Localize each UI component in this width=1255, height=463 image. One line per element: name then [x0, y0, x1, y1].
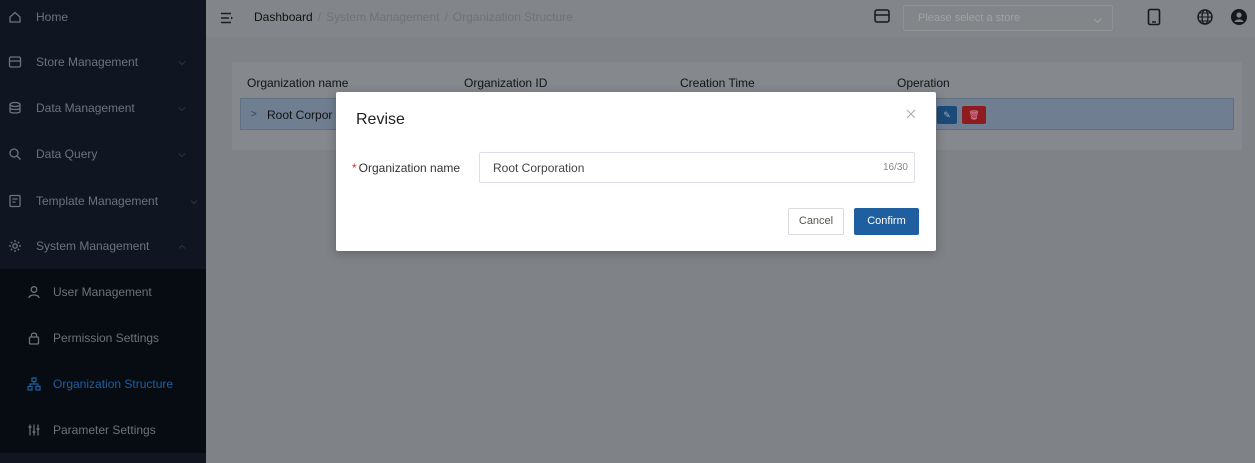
sidebar-item-user-management[interactable]: User Management [0, 269, 206, 315]
expand-icon[interactable]: > [251, 109, 257, 120]
sidebar-item-label: System Management [36, 239, 150, 253]
required-mark: * [352, 161, 357, 175]
field-label-text: Organization name [358, 161, 461, 175]
chevron-down-icon [189, 196, 199, 206]
sidebar-item-permission-settings[interactable]: Permission Settings [0, 315, 206, 361]
sidebar-item-label: Store Management [36, 55, 139, 69]
chevron-down-icon [177, 57, 187, 67]
chevron-down-icon [1093, 15, 1102, 24]
org-chart-icon [27, 377, 41, 391]
edit-button[interactable]: ✎ [937, 106, 957, 124]
sidebar-item-store-management[interactable]: Store Management [0, 39, 206, 85]
sidebar-item-label: Template Management [36, 194, 159, 208]
sidebar-item-organization-structure[interactable]: Organization Structure [0, 361, 206, 407]
store-icon [873, 7, 891, 25]
delete-button[interactable]: 🗑 [962, 106, 986, 124]
chevron-down-icon [177, 149, 187, 159]
organization-name-cell: Root Corpor [267, 108, 333, 122]
revise-dialog: Revise *Organization name 16/30 Cancel C… [336, 92, 936, 251]
sidebar-item-label: Parameter Settings [53, 423, 156, 437]
close-icon[interactable] [905, 108, 917, 120]
top-header: Dashboard / System Management / Organization… [206, 0, 1255, 37]
field-label: * Organization name [352, 161, 460, 175]
sidebar-item-data-management[interactable]: Data Management [0, 85, 206, 131]
dialog-title: Revise [356, 111, 405, 128]
confirm-button[interactable]: Confirm [854, 208, 919, 235]
chevron-down-icon [177, 103, 187, 113]
sliders-icon [27, 423, 41, 437]
breadcrumb: Dashboard / System Management / Organization… [254, 10, 573, 24]
tablet-icon[interactable] [1145, 8, 1163, 26]
breadcrumb-item[interactable]: System Management [326, 10, 439, 24]
sidebar-item-data-query[interactable]: Data Query [0, 131, 206, 177]
sidebar-item-label: User Management [53, 285, 152, 299]
store-select[interactable]: Please select a store [903, 5, 1113, 31]
gear-icon [8, 239, 22, 253]
character-count: 16/30 [882, 162, 908, 173]
sidebar-item-system-management[interactable]: System Management [0, 223, 206, 269]
column-header: Operation [897, 76, 950, 90]
sidebar-item-label: Home [36, 10, 69, 24]
sidebar-item-label: Data Management [36, 101, 135, 115]
lock-icon [27, 331, 41, 345]
column-header: Organization ID [464, 76, 548, 90]
store-icon [8, 55, 22, 69]
sidebar-item-template-management[interactable]: Template Management [0, 178, 206, 224]
sidebar-item-label: Permission Settings [53, 331, 160, 345]
user-avatar-icon[interactable] [1230, 8, 1248, 26]
user-icon [27, 285, 41, 299]
sidebar-item-label: Data Query [36, 147, 98, 161]
globe-icon[interactable] [1196, 8, 1214, 26]
breadcrumb-separator: / [444, 10, 448, 24]
home-icon [8, 10, 22, 24]
store-select-placeholder: Please select a store [918, 12, 1021, 24]
database-icon [8, 101, 22, 115]
organization-name-input[interactable] [493, 161, 863, 175]
sidebar-item-label: Organization Structure [53, 377, 174, 391]
breadcrumb-item[interactable]: Dashboard [254, 10, 313, 24]
search-icon [8, 147, 22, 161]
sidebar-item-home[interactable]: Home [0, 0, 206, 40]
column-header: Organization name [247, 76, 349, 90]
sidebar: Home Store Management Data Management Da… [0, 0, 206, 463]
menu-toggle-icon[interactable] [220, 12, 234, 24]
organization-name-field[interactable]: 16/30 [479, 152, 915, 183]
chevron-up-icon [177, 241, 187, 251]
sidebar-item-parameter-settings[interactable]: Parameter Settings [0, 407, 206, 453]
column-header: Creation Time [680, 76, 755, 90]
breadcrumb-item: Organization Structure [452, 10, 573, 24]
template-icon [8, 194, 22, 208]
cancel-button[interactable]: Cancel [788, 208, 844, 235]
breadcrumb-separator: / [317, 10, 322, 24]
